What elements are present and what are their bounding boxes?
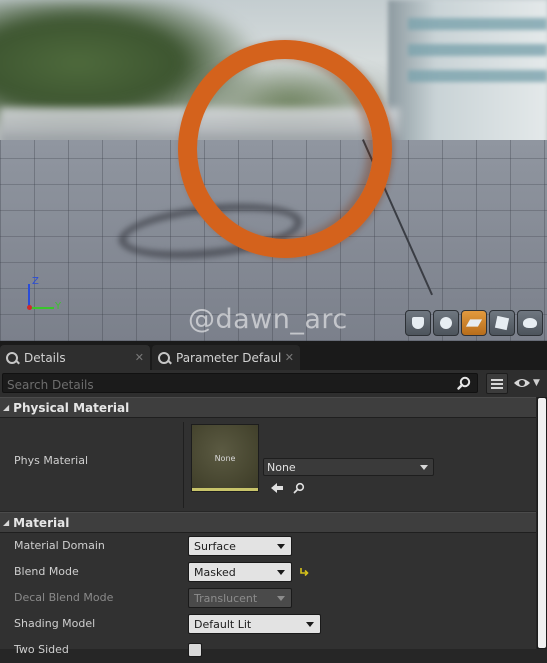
axis-z-label: Z xyxy=(32,276,39,287)
cylinder-icon xyxy=(412,317,424,329)
chevron-down-icon[interactable]: ▼ xyxy=(533,378,540,388)
dropdown-value: Masked xyxy=(194,566,236,579)
browse-search-icon[interactable] xyxy=(293,482,305,494)
property-row-shading-model: Shading Model Default Lit xyxy=(0,611,536,637)
property-row-decal-blend-mode: Decal Blend Mode Translucent xyxy=(0,585,536,611)
material-preview-viewport[interactable]: Z Y @dawn_arc xyxy=(0,0,547,341)
axis-y-label: Y xyxy=(55,301,62,312)
expand-arrow-icon[interactable]: ◢ xyxy=(3,403,9,412)
thumbnail-label: None xyxy=(214,454,236,463)
close-icon[interactable]: ✕ xyxy=(285,351,294,364)
search-box xyxy=(2,373,478,394)
preview-plane-button[interactable] xyxy=(461,310,487,336)
magnifier-icon xyxy=(158,351,170,364)
tab-details[interactable]: Details ✕ xyxy=(0,345,150,370)
category-physical-material[interactable]: ◢ Physical Material xyxy=(0,397,536,418)
property-name: Blend Mode xyxy=(14,565,79,578)
axis-gizmo: Z Y xyxy=(22,276,72,320)
property-row-blend-mode: Blend Mode Masked xyxy=(0,559,536,585)
property-row-two-sided: Two Sided xyxy=(0,637,536,663)
property-name: Material Domain xyxy=(14,539,105,552)
building-background xyxy=(388,0,547,150)
property-row-material-domain: Material Domain Surface xyxy=(0,533,536,559)
details-scrollbar[interactable] xyxy=(537,397,547,649)
asset-picker-value: None xyxy=(267,461,296,474)
chevron-down-icon xyxy=(277,596,285,601)
sphere-icon xyxy=(440,317,452,329)
panel-tab-bar: Details ✕ Parameter Defaults ✕ xyxy=(0,341,547,370)
category-label: Physical Material xyxy=(13,400,130,415)
cube-icon xyxy=(494,315,510,331)
category-label: Material xyxy=(13,515,70,530)
chevron-down-icon xyxy=(306,622,314,627)
property-name: Two Sided xyxy=(14,643,69,656)
watermark: @dawn_arc xyxy=(188,304,348,335)
preview-mesh-toolbar xyxy=(405,310,543,336)
chevron-down-icon xyxy=(277,544,285,549)
property-name: Shading Model xyxy=(14,617,96,630)
use-selected-arrow-icon[interactable] xyxy=(270,482,284,494)
eye-icon[interactable] xyxy=(513,376,531,390)
chevron-down-icon xyxy=(277,570,285,575)
tab-details-label: Details xyxy=(24,350,66,365)
details-panel: ◢ Physical Material Phys Material None N… xyxy=(0,397,536,657)
asset-picker-combo[interactable]: None xyxy=(263,458,434,476)
expand-arrow-icon[interactable]: ◢ xyxy=(3,518,9,527)
preview-sphere-button[interactable] xyxy=(433,310,459,336)
torus-preview-mesh xyxy=(178,40,392,258)
scrollbar-thumb[interactable] xyxy=(538,398,546,648)
chevron-down-icon xyxy=(420,465,428,470)
preview-cube-button[interactable] xyxy=(489,310,515,336)
decal-blend-mode-dropdown: Translucent xyxy=(188,588,292,608)
category-material[interactable]: ◢ Material xyxy=(0,512,536,533)
two-sided-checkbox[interactable] xyxy=(188,643,202,657)
search-input[interactable] xyxy=(3,376,477,394)
search-icon[interactable] xyxy=(457,376,471,390)
close-icon[interactable]: ✕ xyxy=(135,351,144,364)
dropdown-value: Default Lit xyxy=(194,618,252,631)
plane-icon xyxy=(465,319,483,327)
asset-thumbnail[interactable]: None xyxy=(191,424,259,492)
dropdown-value: Surface xyxy=(194,540,236,553)
material-domain-dropdown[interactable]: Surface xyxy=(188,536,292,556)
asset-type-color-bar xyxy=(192,488,258,491)
property-name: Decal Blend Mode xyxy=(14,591,114,604)
property-name: Phys Material xyxy=(14,454,89,467)
shading-model-dropdown[interactable]: Default Lit xyxy=(188,614,321,634)
magnifier-icon xyxy=(6,351,18,364)
tab-parameter-defaults[interactable]: Parameter Defaults ✕ xyxy=(152,345,300,370)
details-search-row: ▼ xyxy=(0,370,547,397)
reset-to-default-icon[interactable] xyxy=(299,567,309,577)
property-row-phys-material: Phys Material None None xyxy=(0,418,536,512)
blend-mode-dropdown[interactable]: Masked xyxy=(188,562,292,582)
column-divider[interactable] xyxy=(183,422,184,508)
preview-cylinder-button[interactable] xyxy=(405,310,431,336)
tab-parameter-defaults-label: Parameter Defaults xyxy=(176,350,281,365)
preview-teapot-button[interactable] xyxy=(517,310,543,336)
property-matrix-button[interactable] xyxy=(486,373,508,394)
dropdown-value: Translucent xyxy=(194,592,258,605)
teapot-icon xyxy=(523,318,537,328)
